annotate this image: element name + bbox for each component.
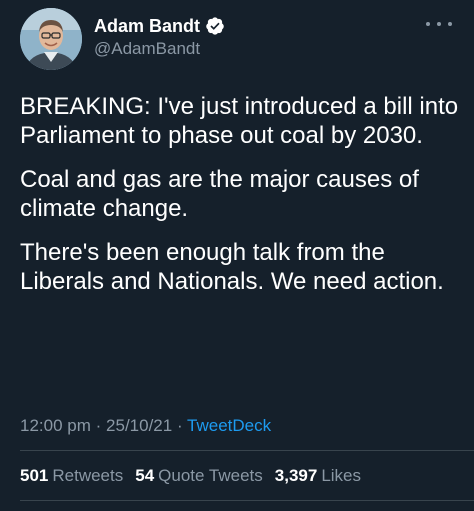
more-dot (448, 22, 452, 26)
tweet-source-link[interactable]: TweetDeck (187, 416, 271, 435)
tweet-paragraph: BREAKING: I've just introduced a bill in… (20, 93, 459, 149)
more-dot (426, 22, 430, 26)
tweet-paragraph: There's been enough talk from the Libera… (20, 239, 444, 295)
author-name-row[interactable]: Adam Bandt (94, 14, 225, 38)
tweet-paragraph: Coal and gas are the major causes of cli… (20, 166, 419, 222)
author-handle[interactable]: @AdamBandt (94, 38, 200, 60)
likes-count: 3,397 (274, 466, 318, 485)
divider (20, 450, 474, 451)
retweets-label: Retweets (52, 466, 124, 485)
retweets-stat[interactable]: 501 Retweets (20, 464, 123, 488)
more-options-icon[interactable] (426, 14, 452, 34)
quote-tweets-stat[interactable]: 54 Quote Tweets (135, 464, 263, 488)
divider (20, 500, 474, 501)
engagement-stats: 501 Retweets 54 Quote Tweets 3,397 Likes (20, 464, 373, 488)
likes-stat[interactable]: 3,397 Likes (275, 464, 361, 488)
more-dot (437, 22, 441, 26)
likes-label: Likes (321, 466, 361, 485)
verified-badge-icon (205, 16, 225, 36)
quote-tweets-label: Quote Tweets (158, 466, 263, 485)
meta-separator: · (176, 416, 183, 435)
tweet-time[interactable]: 12:00 pm (20, 416, 91, 435)
tweet-date[interactable]: 25/10/21 (106, 416, 172, 435)
meta-separator: · (95, 416, 102, 435)
tweet-metadata: 12:00 pm · 25/10/21 · TweetDeck (20, 414, 271, 438)
avatar[interactable] (20, 8, 82, 70)
quote-tweets-count: 54 (135, 466, 155, 485)
tweet-text: BREAKING: I've just introduced a bill in… (20, 92, 460, 311)
author-display-name[interactable]: Adam Bandt (94, 14, 200, 38)
retweets-count: 501 (20, 466, 49, 485)
tweet-card: Adam Bandt @AdamBandt BREAKING: I've jus… (0, 0, 474, 511)
